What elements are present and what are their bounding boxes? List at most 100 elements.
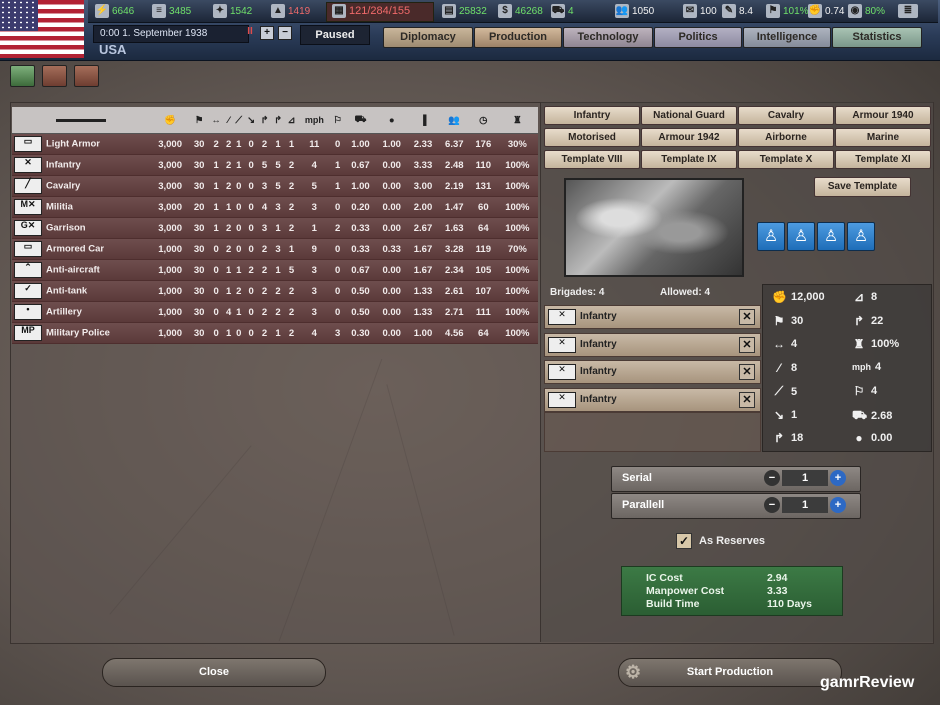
template-button[interactable]: Template X: [738, 150, 834, 169]
brigade-row[interactable]: ✕ Infantry ✕: [544, 387, 761, 412]
stat-cell: 1.00: [376, 133, 408, 155]
table-row[interactable]: ▭ Light Armor 3,000 30 2 2 1 0 2 1 1 11 0 1.00 1.00 2.3…: [12, 133, 538, 155]
remove-brigade-button[interactable]: ✕: [739, 364, 755, 380]
stat-cell: 30: [190, 259, 209, 281]
diplomacy-resource[interactable]: ✉ 100: [683, 3, 717, 19]
unit-type-symbol: ⌃: [24, 262, 32, 272]
stat-value: 4: [875, 360, 882, 373]
table-row[interactable]: ✓ Anti-tank 1,000 30 0 1 2 0 2 2 2 3 0 0.50 0.00 1.33 2.…: [12, 280, 538, 302]
brigade-row[interactable]: ✕ Infantry ✕: [544, 332, 761, 357]
template-button[interactable]: Cavalry: [738, 106, 834, 125]
stat-cell: 1.67: [407, 238, 439, 260]
national-unity-resource[interactable]: ⚑ 101%: [766, 3, 809, 19]
tab-technology[interactable]: Technology: [563, 27, 653, 48]
stat-cell: 2: [284, 280, 299, 302]
division-stat: ⊿ 8: [852, 290, 877, 304]
table-row[interactable]: • Artillery 1,000 30 0 4 1 0 2 2 2 3 0 0.50 0.00 1.33 2.…: [12, 301, 538, 323]
rare-materials-resource[interactable]: ✦ 1542: [213, 3, 252, 19]
table-row[interactable]: MP Military Police 1,000 30 0 1 0 0 2 1 2 4 3 0.30 0.0…: [12, 322, 538, 344]
tab-politics[interactable]: Politics: [654, 27, 742, 48]
country-flag[interactable]: [0, 0, 84, 58]
parallel-decrease-button[interactable]: −: [764, 497, 780, 513]
dissent-resource[interactable]: ✊ 0.74: [808, 3, 844, 19]
stat-cell: 3,000: [150, 196, 191, 218]
game-date: 0:00 1. September 1938: [93, 25, 249, 43]
oil-resource[interactable]: ▲ 1419: [271, 3, 310, 19]
menu-button[interactable]: ≣: [898, 3, 918, 19]
tab-intelligence[interactable]: Intelligence: [743, 27, 831, 48]
supplies-resource[interactable]: ▤ 25832: [442, 3, 487, 19]
template-button[interactable]: Template VIII: [544, 150, 640, 169]
brigades-count: Brigades: 4: [550, 287, 605, 298]
stat-cell: 1: [284, 238, 299, 260]
naval-units-button[interactable]: [42, 65, 67, 87]
header-stat-icon: 👥: [438, 107, 470, 134]
division-stat: ↔ 4: [772, 337, 797, 351]
stat-cell: 2: [284, 322, 299, 344]
stat-cell: 2: [330, 217, 345, 239]
energy-resource[interactable]: ⚡ 6646: [95, 3, 134, 19]
serial-value[interactable]: 1: [782, 470, 828, 486]
as-reserves-checkbox[interactable]: ✓: [676, 533, 692, 549]
unit-name: Military Police: [46, 327, 110, 339]
metal-resource[interactable]: ≡ 3485: [152, 3, 191, 19]
neutrality-resource[interactable]: ◉ 80%: [848, 3, 885, 19]
template-button[interactable]: Motorised: [544, 128, 640, 147]
close-button[interactable]: Close: [102, 658, 326, 687]
soldier-icon: ♙: [757, 222, 785, 251]
slow-down-button[interactable]: −: [278, 26, 292, 40]
tab-statistics[interactable]: Statistics: [832, 27, 922, 48]
parallel-increase-button[interactable]: +: [830, 497, 846, 513]
remove-brigade-button[interactable]: ✕: [739, 391, 755, 408]
paused-indicator[interactable]: Paused: [300, 25, 370, 45]
stat-value: 18: [791, 432, 804, 444]
template-button[interactable]: Marine: [835, 128, 931, 147]
remove-brigade-button[interactable]: ✕: [739, 309, 755, 325]
stat-cell: 2: [271, 280, 285, 302]
template-button[interactable]: National Guard: [641, 106, 737, 125]
stat-icon: ↱: [773, 431, 785, 445]
save-template-button[interactable]: Save Template: [814, 177, 911, 197]
stat-cell: 3.28: [438, 238, 470, 260]
stat-cell: 2: [271, 301, 285, 323]
remove-brigade-button[interactable]: ✕: [739, 336, 755, 353]
template-button[interactable]: Armour 1940: [835, 106, 931, 125]
leadership-resource[interactable]: ✎ 8.4: [722, 3, 753, 19]
table-row[interactable]: G✕ Garrison 3,000 30 1 2 0 0 3 1 2 1 2 0.33 0.00 2.67 1.…: [12, 217, 538, 239]
tab-production[interactable]: Production: [474, 27, 562, 48]
stat-cell: 1: [208, 175, 225, 197]
template-button[interactable]: Airborne: [738, 128, 834, 147]
table-row[interactable]: M✕ Militia 3,000 20 1 1 0 0 4 3 2 3 0 0.20 0.00 2.00 1.4…: [12, 196, 538, 218]
parallel-value[interactable]: 1: [782, 497, 828, 513]
air-units-button[interactable]: [74, 65, 99, 87]
template-button[interactable]: Armour 1942: [641, 128, 737, 147]
stat-cell: 0: [330, 301, 345, 323]
table-row[interactable]: ✕ Infantry 3,000 30 1 2 1 0 5 5 2 4 1 0.67 0.00 3.33 2.4…: [12, 154, 538, 176]
ic-resource[interactable]: ▦ 121/284/155: [332, 3, 410, 19]
pause-button[interactable]: II: [244, 26, 256, 38]
table-row[interactable]: ▭ Armored Car 1,000 30 0 2 0 0 2 3 1 9 0 0.33 0.33 1.67…: [12, 238, 538, 260]
money-icon: $: [498, 4, 512, 18]
stat-cell: 64: [469, 322, 497, 344]
table-row[interactable]: ╱ Cavalry 3,000 30 1 2 0 0 3 5 2 5 1 1.00 0.00 3.00 2.19…: [12, 175, 538, 197]
template-button[interactable]: Template XI: [835, 150, 931, 169]
speed-up-button[interactable]: +: [260, 26, 274, 40]
money-resource[interactable]: $46268: [498, 3, 543, 19]
template-button[interactable]: Infantry: [544, 106, 640, 125]
table-row[interactable]: ⌃ Anti-aircraft 1,000 30 0 1 1 2 2 1 5 3 0 0.67 0.00 1.…: [12, 259, 538, 281]
serial-decrease-button[interactable]: −: [764, 470, 780, 486]
tab-diplomacy[interactable]: Diplomacy: [383, 27, 473, 48]
manpower-resource[interactable]: 👥 1050: [615, 3, 654, 19]
serial-increase-button[interactable]: +: [830, 470, 846, 486]
stat-cell: 100%: [496, 301, 538, 323]
start-production-button[interactable]: ⚙ Start Production: [618, 658, 842, 687]
template-button[interactable]: Template IX: [641, 150, 737, 169]
brigade-row[interactable]: ✕ Infantry ✕: [544, 305, 761, 329]
stat-cell: 0: [208, 259, 225, 281]
stat-cell: 0.67: [344, 259, 377, 281]
unit-name: Artillery: [46, 306, 82, 318]
land-units-button[interactable]: [10, 65, 35, 87]
stat-cell: 3: [298, 301, 331, 323]
transport-resource[interactable]: ⛟ 4: [551, 3, 574, 19]
brigade-row[interactable]: ✕ Infantry ✕: [544, 360, 761, 384]
